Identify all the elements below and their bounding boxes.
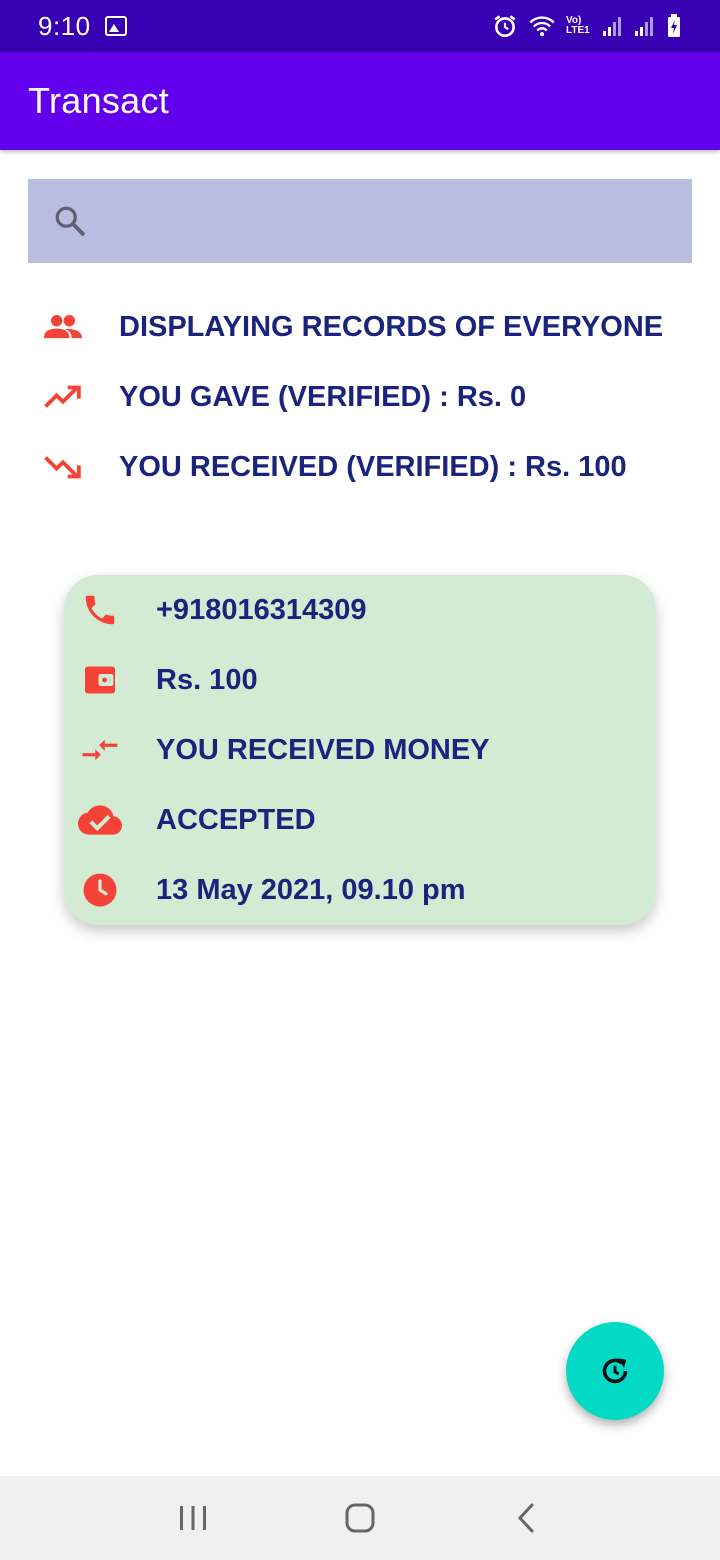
battery-charging-icon (668, 14, 680, 37)
summary-scope-row: DISPLAYING RECORDS OF EVERYONE (44, 302, 663, 352)
transaction-datetime-row: 13 May 2021, 09.10 pm (78, 865, 466, 915)
transaction-datetime: 13 May 2021, 09.10 pm (156, 873, 466, 906)
summary-gave-text: YOU GAVE (VERIFIED) : Rs. 0 (119, 380, 527, 413)
trending-up-icon (44, 378, 82, 416)
status-icons: Vo) LTE1 (492, 13, 682, 39)
back-icon (517, 1503, 534, 1533)
summary-received-row: YOU RECEIVED (VERIFIED) : Rs. 100 (44, 442, 627, 492)
gallery-notification-icon (104, 16, 127, 36)
search-bar[interactable] (28, 179, 692, 263)
wallet-icon (78, 658, 122, 702)
summary-scope-text: DISPLAYING RECORDS OF EVERYONE (119, 310, 664, 343)
transaction-direction-row: YOU RECEIVED MONEY (78, 725, 490, 775)
transaction-phone-row: +918016314309 (78, 585, 366, 635)
clock-icon (78, 868, 122, 912)
alarm-icon (494, 15, 516, 38)
status-bar: 9:10 Vo) LTE1 (0, 0, 720, 52)
signal-1-icon (603, 17, 621, 36)
phone-icon (78, 588, 122, 632)
system-navigation-bar (0, 1476, 720, 1560)
cloud-done-icon (78, 798, 122, 842)
home-icon (345, 1503, 375, 1533)
search-icon[interactable] (52, 203, 88, 239)
status-time: 9:10 (38, 10, 91, 41)
transaction-amount: Rs. 100 (156, 663, 258, 696)
app-title: Transact (28, 80, 170, 121)
transaction-card[interactable]: +918016314309 Rs. 100 YOU RECEIVED MONEY (64, 575, 656, 925)
people-icon (44, 308, 82, 346)
transaction-phone: +918016314309 (156, 593, 367, 626)
trending-down-icon (44, 448, 82, 486)
transaction-status: ACCEPTED (156, 803, 316, 836)
summary-received-text: YOU RECEIVED (VERIFIED) : Rs. 100 (119, 450, 627, 483)
signal-2-icon (635, 17, 653, 36)
transaction-status-row: ACCEPTED (78, 795, 316, 845)
compare-arrows-icon (78, 728, 122, 772)
transaction-amount-row: Rs. 100 (78, 655, 258, 705)
search-input[interactable] (104, 179, 692, 263)
recent-apps-icon (180, 1506, 207, 1530)
back-button[interactable] (497, 1488, 557, 1548)
app-bar: Transact (0, 52, 720, 150)
recent-apps-button[interactable] (163, 1488, 223, 1548)
summary-gave-row: YOU GAVE (VERIFIED) : Rs. 0 (44, 372, 526, 422)
wifi-icon (529, 16, 555, 37)
refresh-icon (602, 1358, 628, 1384)
home-button[interactable] (330, 1488, 390, 1548)
transaction-direction: YOU RECEIVED MONEY (156, 733, 490, 766)
network-label: Vo) LTE1 (566, 15, 590, 36)
refresh-button[interactable] (566, 1322, 664, 1420)
